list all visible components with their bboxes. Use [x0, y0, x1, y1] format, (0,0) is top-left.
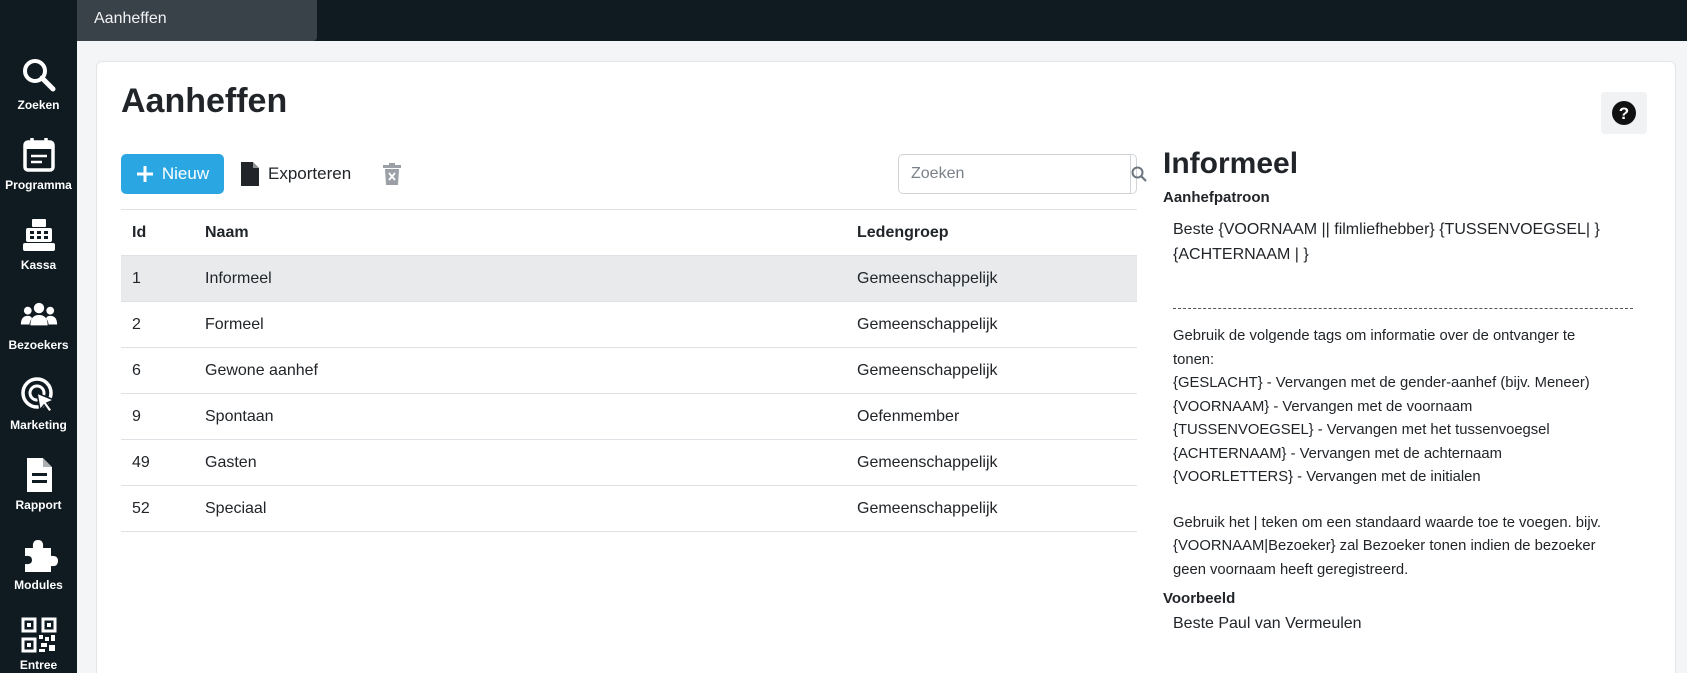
help-line: {VOORNAAM|Bezoeker} zal Bezoeker tonen i…: [1173, 538, 1596, 554]
search-input[interactable]: [899, 155, 1130, 193]
example-label: Voorbeeld: [1163, 590, 1236, 607]
aanheffen-table: Id Naam Ledengroep 1 Informeel Gemeensch…: [121, 209, 1137, 532]
cell-id: 49: [132, 453, 150, 471]
cell-naam: Formeel: [205, 315, 264, 333]
page-title: Aanheffen: [121, 82, 288, 120]
sidebar-item-entree[interactable]: Entree: [0, 616, 77, 673]
sidebar-item-programma[interactable]: Programma: [0, 136, 77, 210]
table-header: Id Naam Ledengroep: [121, 210, 1137, 256]
calendar-icon: [22, 138, 55, 172]
column-header-ledengroep[interactable]: Ledengroep: [857, 224, 1137, 242]
help-line: tonen:: [1173, 351, 1215, 368]
table-row[interactable]: 1 Informeel Gemeenschappelijk: [121, 256, 1137, 302]
table-row[interactable]: 49 Gasten Gemeenschappelijk: [121, 440, 1137, 486]
table-row[interactable]: 2 Formeel Gemeenschappelijk: [121, 302, 1137, 348]
new-button[interactable]: Nieuw: [121, 154, 224, 194]
trash-icon: [383, 163, 401, 185]
cell-id: 9: [132, 407, 141, 425]
pattern-label: Aanhefpatroon: [1163, 189, 1270, 206]
search-icon: [22, 59, 55, 92]
pattern-value: Beste {VOORNAAM || filmliefhebber} {TUSS…: [1163, 206, 1643, 308]
table-row[interactable]: 6 Gewone aanhef Gemeenschappelijk: [121, 348, 1137, 394]
sidebar-item-marketing[interactable]: Marketing: [0, 376, 77, 450]
main-panel: Aanheffen ? Nieuw Exporteren Id Naam Led…: [96, 61, 1676, 673]
help-text: Gebruik de volgende tags om informatie o…: [1163, 309, 1643, 582]
help-line: {VOORLETTERS} - Vervangen met de initial…: [1173, 469, 1481, 485]
cell-ledengroep: Gemeenschappelijk: [857, 269, 998, 287]
cell-naam: Speciaal: [205, 499, 267, 517]
sidebar-item-label: Zoeken: [17, 98, 60, 112]
help-line: Gebruik de volgende tags om informatie o…: [1173, 328, 1576, 344]
cell-naam: Spontaan: [205, 407, 274, 425]
plus-icon: [136, 166, 153, 182]
pattern-line: {ACHTERNAAM | }: [1173, 246, 1309, 263]
puzzle-icon: [24, 540, 58, 572]
sidebar-item-zoeken[interactable]: Zoeken: [0, 56, 77, 130]
search-button[interactable]: [1130, 155, 1147, 193]
cell-id: 1: [132, 269, 141, 287]
help-button[interactable]: ?: [1601, 92, 1647, 134]
cell-naam: Gewone aanhef: [205, 361, 318, 379]
search-icon: [1131, 166, 1147, 182]
file-icon: [241, 162, 259, 186]
sidebar-item-label: Programma: [5, 178, 72, 192]
sidebar-item-label: Bezoekers: [8, 338, 69, 352]
cash-register-icon: [22, 219, 55, 251]
search-box: [898, 154, 1147, 194]
report-icon: [26, 458, 52, 492]
detail-panel: Informeel Aanhefpatroon Beste {VOORNAAM …: [1163, 147, 1643, 633]
cell-ledengroep: Gemeenschappelijk: [857, 499, 998, 517]
example-value: Beste Paul van Vermeulen: [1173, 615, 1362, 632]
cell-naam: Informeel: [205, 269, 272, 287]
sidebar: Zoeken Programma Kassa Bezoekers Marketi…: [0, 0, 77, 673]
sidebar-item-kassa[interactable]: Kassa: [0, 216, 77, 290]
cell-ledengroep: Gemeenschappelijk: [857, 361, 998, 379]
sidebar-item-bezoekers[interactable]: Bezoekers: [0, 296, 77, 370]
column-header-naam[interactable]: Naam: [205, 224, 857, 242]
top-bar: Aanheffen: [77, 0, 1687, 41]
cell-ledengroep: Oefenmember: [857, 407, 960, 425]
target-cursor-icon: [20, 377, 56, 414]
delete-button[interactable]: [379, 160, 405, 188]
sidebar-item-label: Modules: [14, 578, 63, 592]
help-line: Gebruik het | teken om een standaard waa…: [1173, 514, 1602, 531]
sidebar-item-modules[interactable]: Modules: [0, 536, 77, 610]
cell-naam: Gasten: [205, 453, 257, 471]
table-row[interactable]: 9 Spontaan Oefenmember: [121, 394, 1137, 440]
cell-id: 52: [132, 499, 150, 517]
column-header-id[interactable]: Id: [121, 224, 205, 242]
help-line: {ACHTERNAAM} - Vervangen met de achterna…: [1173, 445, 1502, 462]
sidebar-item-rapport[interactable]: Rapport: [0, 456, 77, 530]
sidebar-item-label: Rapport: [15, 498, 62, 512]
cell-ledengroep: Gemeenschappelijk: [857, 453, 998, 471]
help-line: {VOORNAAM} - Vervangen met de voornaam: [1173, 398, 1473, 415]
svg-text:?: ?: [1619, 104, 1629, 123]
pattern-line: Beste {VOORNAAM || filmliefhebber} {TUSS…: [1173, 221, 1600, 238]
export-button-label: Exporteren: [268, 164, 352, 183]
sidebar-item-label: Entree: [19, 658, 58, 672]
export-button[interactable]: Exporteren: [240, 154, 351, 194]
tab-aanheffen[interactable]: Aanheffen: [77, 0, 317, 41]
help-line: {GESLACHT} - Vervangen met de gender-aan…: [1173, 375, 1590, 391]
table-row[interactable]: 52 Speciaal Gemeenschappelijk: [121, 486, 1137, 532]
cell-id: 2: [132, 315, 141, 333]
qr-code-icon: [21, 617, 56, 653]
sidebar-item-label: Kassa: [20, 258, 57, 272]
users-icon: [20, 302, 57, 326]
sidebar-item-label: Marketing: [10, 418, 67, 432]
help-line: {TUSSENVOEGSEL} - Vervangen met het tuss…: [1173, 422, 1550, 438]
question-circle-icon: ?: [1612, 101, 1636, 125]
cell-ledengroep: Gemeenschappelijk: [857, 315, 998, 333]
new-button-label: Nieuw: [161, 164, 210, 183]
detail-title: Informeel: [1163, 147, 1299, 180]
cell-id: 6: [132, 361, 141, 379]
help-line: geen voornaam heeft geregistreerd.: [1173, 561, 1409, 578]
